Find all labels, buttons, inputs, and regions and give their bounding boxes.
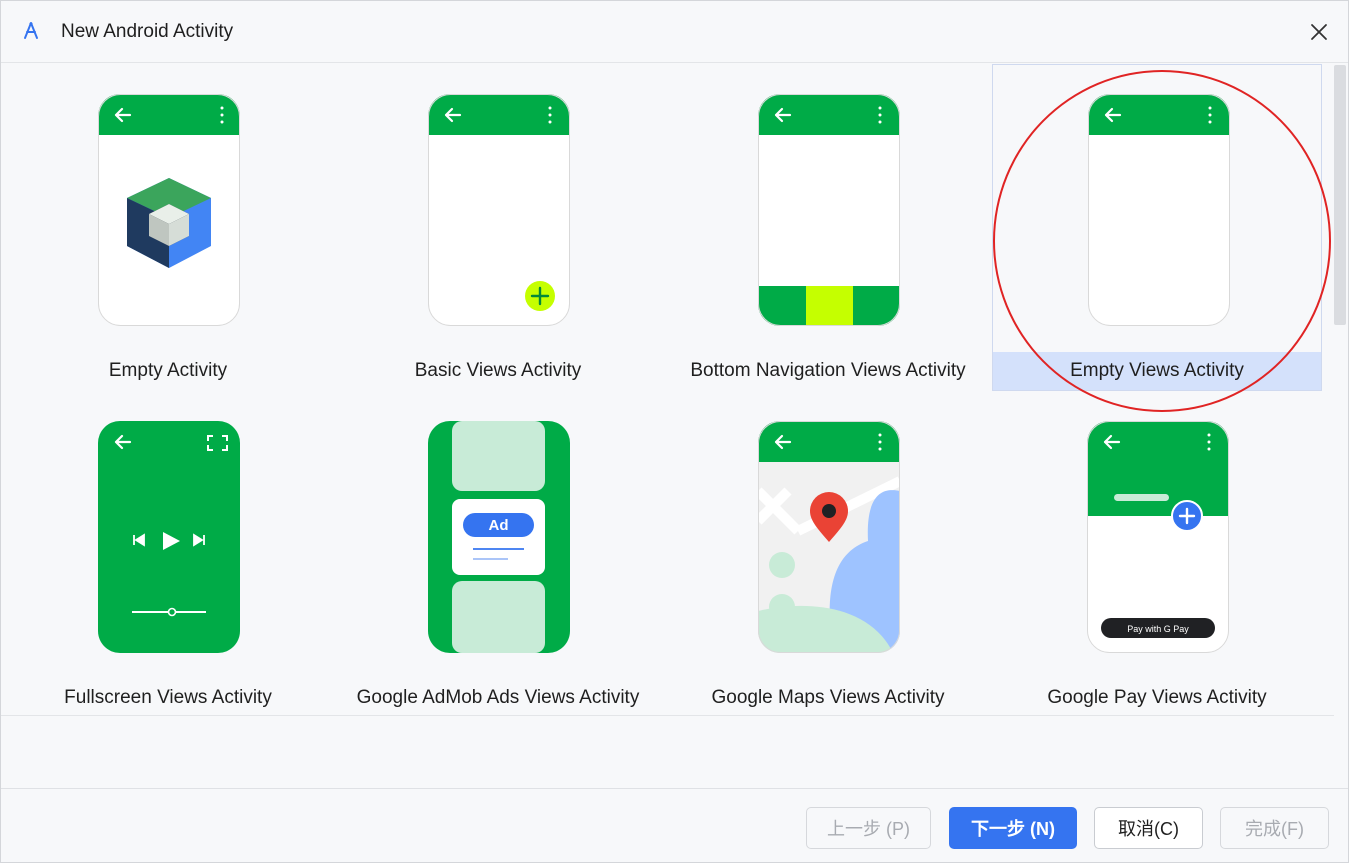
template-label: Bottom Navigation Views Activity — [690, 360, 966, 381]
gallery-scrollbar[interactable] — [1332, 63, 1346, 715]
maps-thumbnail — [758, 421, 900, 653]
pay-with-gpay-button: Pay with G Pay — [1127, 624, 1189, 634]
finish-button[interactable]: 完成(F) — [1220, 807, 1329, 849]
template-label: Empty Views Activity — [993, 352, 1321, 390]
template-empty-views-activity[interactable]: Empty Views Activity — [992, 64, 1322, 391]
divider — [1, 715, 1334, 716]
template-label: Basic Views Activity — [414, 360, 582, 381]
footer-divider — [1, 788, 1348, 789]
template-basic-views-activity[interactable]: Basic Views Activity — [333, 65, 663, 392]
template-empty-activity[interactable]: Empty Activity — [3, 65, 333, 392]
title-bar: New Android Activity — [1, 1, 1348, 63]
close-button[interactable] — [1304, 17, 1334, 47]
template-google-admob-ads-views-activity[interactable]: Ad Google AdMob Ads Views Activity — [333, 392, 663, 715]
empty-views-activity-thumbnail — [1088, 94, 1230, 326]
new-android-activity-dialog: New Android Activity Empty Activity Basi… — [0, 0, 1349, 863]
fullscreen-views-thumbnail — [98, 421, 240, 653]
template-label: Empty Activity — [108, 360, 228, 381]
template-gallery: Empty Activity Basic Views Activity Bott… — [1, 63, 1334, 715]
close-icon — [1311, 24, 1327, 40]
android-studio-icon — [24, 22, 38, 39]
previous-button[interactable]: 上一步 (P) — [806, 807, 931, 849]
empty-activity-thumbnail — [98, 94, 240, 326]
template-bottom-navigation-views-activity[interactable]: Bottom Navigation Views Activity — [663, 65, 993, 392]
dialog-title: New Android Activity — [61, 21, 234, 42]
google-pay-thumbnail: Pay with G Pay — [1087, 421, 1229, 653]
template-label: Google Pay Views Activity — [1047, 687, 1267, 708]
ad-badge: Ad — [489, 517, 509, 534]
template-fullscreen-views-activity[interactable]: Fullscreen Views Activity — [3, 392, 333, 715]
bottom-navigation-thumbnail — [758, 94, 900, 326]
cancel-button[interactable]: 取消(C) — [1094, 807, 1203, 849]
template-google-pay-views-activity[interactable]: Pay with G Pay Google Pay Views Activity — [992, 392, 1322, 715]
template-label: Google AdMob Ads Views Activity — [356, 687, 640, 708]
template-google-maps-views-activity[interactable]: Google Maps Views Activity — [663, 392, 993, 715]
next-button[interactable]: 下一步 (N) — [949, 807, 1077, 849]
scrollbar-thumb[interactable] — [1334, 65, 1346, 325]
admob-thumbnail: Ad — [428, 421, 570, 653]
template-label: Google Maps Views Activity — [711, 687, 945, 708]
basic-views-activity-thumbnail — [428, 94, 570, 326]
template-label: Fullscreen Views Activity — [64, 687, 272, 708]
